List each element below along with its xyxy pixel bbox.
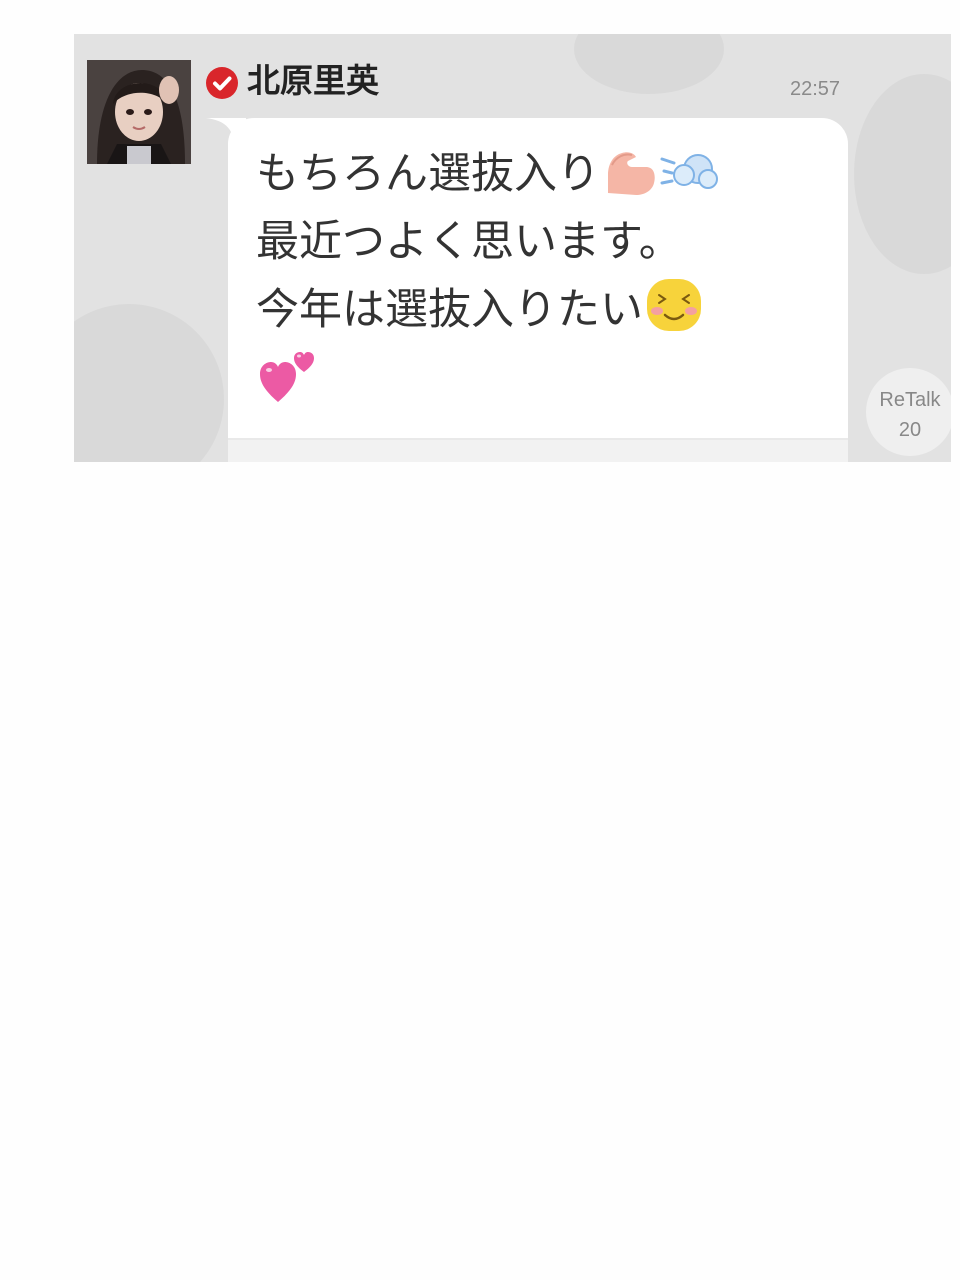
message-line: 今年は選抜入りたい (256, 276, 836, 344)
smiling-face-emoji-icon (645, 277, 705, 333)
message-line: 最近つよく思います。 (256, 208, 836, 276)
bubble-footer (228, 440, 848, 462)
message-line-text: 最近つよく思います。 (256, 217, 682, 267)
message-line (256, 344, 836, 416)
author-name[interactable]: 北原里英 (247, 59, 379, 103)
retalk-count: 20 (898, 419, 922, 441)
background-pattern (574, 34, 724, 94)
verified-check-icon (206, 67, 238, 99)
message-text: もちろん選抜入り 最近つよく思います。 今年は選抜入りたい (256, 140, 836, 416)
retalk-button[interactable]: ReTalk 20 (866, 368, 951, 456)
user-photo-avatar-icon (87, 60, 191, 164)
flexed-biceps-emoji-icon (602, 145, 658, 197)
message-line-text: もちろん選抜入り (256, 149, 600, 199)
background-pattern (74, 304, 224, 462)
background-pattern (854, 74, 951, 274)
dash-emoji-icon (660, 145, 720, 197)
retalk-label: ReTalk (879, 389, 941, 411)
message-line-text: 今年は選抜入りたい (256, 285, 643, 335)
message-line: もちろん選抜入り (256, 140, 836, 208)
author-avatar[interactable] (87, 60, 191, 164)
talk-post-screenshot: 北原里英 22:57 もちろん選抜入り 最近つよく思います。 今年は選抜入りたい… (74, 34, 951, 462)
post-timestamp: 22:57 (790, 78, 841, 100)
two-hearts-emoji-icon (258, 344, 320, 406)
